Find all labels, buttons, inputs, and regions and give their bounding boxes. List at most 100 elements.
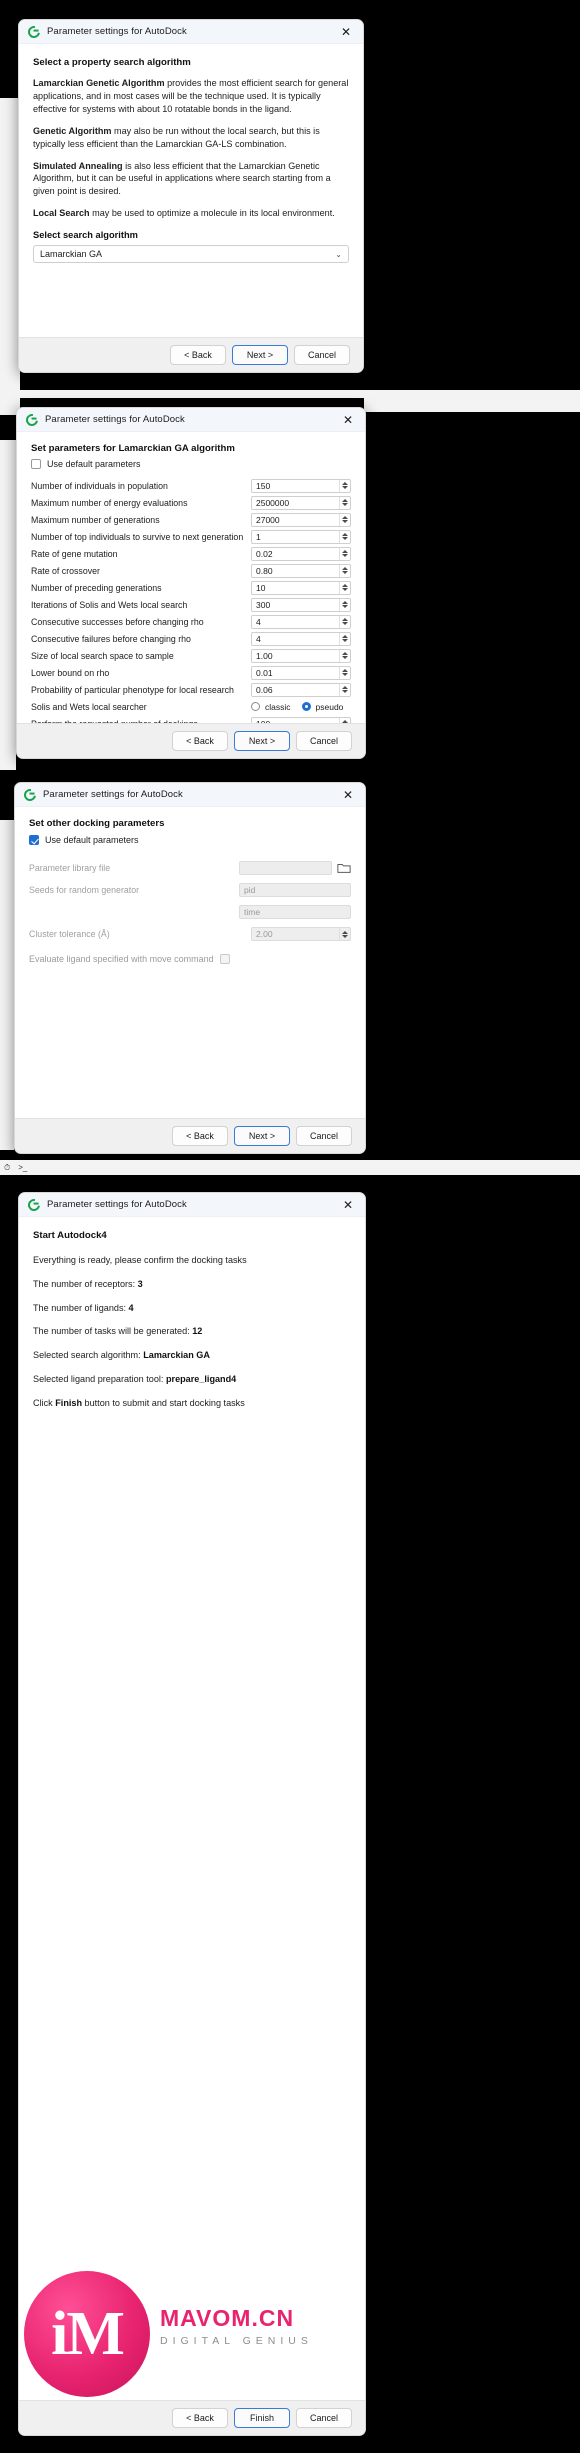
parameter-row: Lower bound on rho 0.01 <box>31 664 351 681</box>
spinner-buttons[interactable] <box>339 666 349 679</box>
close-icon[interactable]: ✕ <box>335 22 357 42</box>
summary-tasks-value: 12 <box>192 1326 203 1337</box>
parameter-value-input[interactable]: 27000 <box>251 512 351 527</box>
cancel-button[interactable]: Cancel <box>296 731 352 751</box>
summary-ligands: The number of ligands: 4 <box>33 1303 351 1315</box>
cancel-button[interactable]: Cancel <box>296 2408 352 2428</box>
close-icon[interactable]: ✕ <box>337 1195 359 1215</box>
radio-classic[interactable] <box>251 702 260 711</box>
desktop-strip-2 <box>0 155 20 415</box>
parameter-value-text: 0.06 <box>256 684 273 695</box>
parameter-value-input[interactable]: 4 <box>251 614 351 629</box>
close-icon[interactable]: ✕ <box>337 785 359 805</box>
solis-wets-radio-group[interactable]: classic pseudo <box>251 702 351 712</box>
spinner-buttons[interactable] <box>339 496 349 509</box>
parameter-label: Maximum number of generations <box>31 514 160 525</box>
desktop-strip-4 <box>0 820 14 1150</box>
next-button[interactable]: Next > <box>234 1126 290 1146</box>
file-path-field[interactable] <box>239 861 332 875</box>
back-button[interactable]: < Back <box>172 2408 228 2428</box>
parameter-value-input[interactable]: 0.01 <box>251 665 351 680</box>
back-button[interactable]: < Back <box>170 345 226 365</box>
paragraph-local-search-text: may be used to optimize a molecule in it… <box>89 208 335 219</box>
evaluate-ligand-checkbox[interactable] <box>219 954 230 964</box>
parameter-value-input[interactable]: 1.00 <box>251 648 351 663</box>
radio-pseudo[interactable] <box>301 702 311 711</box>
parameter-label: Consecutive successes before changing rh… <box>31 616 204 627</box>
parameter-row: Consecutive failures before changing rho… <box>31 630 351 647</box>
parameter-value-text: pid <box>244 885 256 895</box>
next-button[interactable]: Next > <box>234 731 290 751</box>
paragraph-genetic-term: Genetic Algorithm <box>33 125 112 136</box>
parameter-row: Solis and Wets local searcher classic pseu… <box>31 698 351 715</box>
spinner-buttons[interactable] <box>339 683 349 696</box>
use-default-parameters-checkbox[interactable] <box>31 459 41 469</box>
spinner-buttons[interactable] <box>339 530 349 543</box>
spinner-buttons[interactable] <box>339 632 349 645</box>
parameter-value-text: time <box>244 907 261 917</box>
spinner-buttons[interactable] <box>339 564 349 577</box>
folder-icon[interactable] <box>337 862 351 874</box>
dialog3-body: Set other docking parameters Use default… <box>15 807 365 964</box>
parameter-value-input[interactable]: 0.80 <box>251 563 351 578</box>
dialog-other-docking-parameters: Parameter settings for AutoDock ✕ Set ot… <box>14 782 366 1154</box>
close-icon[interactable]: ✕ <box>337 410 359 430</box>
summary-prep-tool-text: Selected ligand preparation tool: <box>33 1374 166 1385</box>
parameter-value-text: 0.02 <box>256 548 273 559</box>
cancel-button[interactable]: Cancel <box>296 1126 352 1146</box>
summary-algorithm-text: Selected search algorithm: <box>33 1350 144 1361</box>
dialog3-footer: < Back Next > Cancel <box>15 1118 365 1153</box>
use-default-parameters-row[interactable]: Use default parameters <box>29 835 351 845</box>
parameter-value-input[interactable]: 300 <box>251 597 351 612</box>
search-algorithm-select[interactable]: Lamarckian GA ⌄ <box>33 245 349 264</box>
evaluate-ligand-row[interactable]: Evaluate ligand specified with move comm… <box>29 954 351 964</box>
parameter-value-text: 0.01 <box>256 667 273 678</box>
parameter-label: Parameter library file <box>29 863 111 873</box>
parameter-label: Number of preceding generations <box>31 582 162 593</box>
spinner-buttons[interactable] <box>339 479 349 492</box>
parameter-library-file-input[interactable] <box>239 861 351 875</box>
summary-prep-tool-value: prepare_ligand4 <box>165 1374 237 1385</box>
parameter-value-input[interactable]: 150 <box>251 478 351 493</box>
finish-button[interactable]: Finish <box>234 2408 290 2428</box>
cancel-button[interactable]: Cancel <box>294 345 350 365</box>
parameter-value-input[interactable]: 1 <box>251 529 351 544</box>
spinner-buttons[interactable] <box>339 598 349 611</box>
summary-receptors: The number of receptors: 3 <box>33 1279 351 1291</box>
parameter-row: Probability of particular phenotype for … <box>31 681 351 698</box>
spinner-buttons[interactable] <box>339 513 349 526</box>
spinner-buttons[interactable] <box>339 928 349 940</box>
dialog1-title: Parameter settings for AutoDock <box>47 26 187 37</box>
spinner-buttons[interactable] <box>339 615 349 628</box>
spinner-buttons[interactable] <box>339 649 349 662</box>
use-default-parameters-checkbox[interactable] <box>29 835 39 845</box>
parameter-value-input[interactable]: time <box>239 905 351 919</box>
paragraph-lamarckian: Lamarckian Genetic Algorithm provides th… <box>33 77 349 116</box>
parameter-value-text: 4 <box>256 633 261 644</box>
parameter-value-input[interactable]: pid <box>239 883 351 897</box>
dialog1-titlebar: Parameter settings for AutoDock ✕ <box>19 20 363 44</box>
spinner-buttons[interactable] <box>339 581 349 594</box>
search-algorithm-value: Lamarckian GA <box>40 249 103 260</box>
paragraph-local-search: Local Search may be used to optimize a m… <box>33 207 349 220</box>
dialog-start-autodock4: Parameter settings for AutoDock ✕ Start … <box>18 1192 366 2436</box>
radio-label-pseudo: pseudo <box>315 701 344 712</box>
use-default-parameters-row[interactable]: Use default parameters <box>31 459 351 469</box>
dialog4-title: Parameter settings for AutoDock <box>47 1199 187 1210</box>
use-default-parameters-label: Use default parameters <box>45 835 139 845</box>
terminal-icon[interactable]: >_ <box>18 1163 27 1172</box>
parameter-value-input[interactable]: 10 <box>251 580 351 595</box>
parameter-value-input[interactable]: 0.02 <box>251 546 351 561</box>
summary-finish-post: button to submit and start docking tasks <box>82 1397 245 1408</box>
parameter-value-input[interactable]: 2.00 <box>251 927 351 941</box>
parameter-label: Size of local search space to sample <box>31 650 174 661</box>
next-button[interactable]: Next > <box>232 345 288 365</box>
back-button[interactable]: < Back <box>172 1126 228 1146</box>
back-button[interactable]: < Back <box>172 731 228 751</box>
parameter-value-input[interactable]: 0.06 <box>251 682 351 697</box>
clock-icon[interactable]: ⏱ <box>4 1163 10 1173</box>
parameter-value-input[interactable]: 4 <box>251 631 351 646</box>
parameter-value-input[interactable]: 2500000 <box>251 495 351 510</box>
spinner-buttons[interactable] <box>339 547 349 560</box>
paragraph-annealing: Simulated Annealing is also less efficie… <box>33 160 349 199</box>
